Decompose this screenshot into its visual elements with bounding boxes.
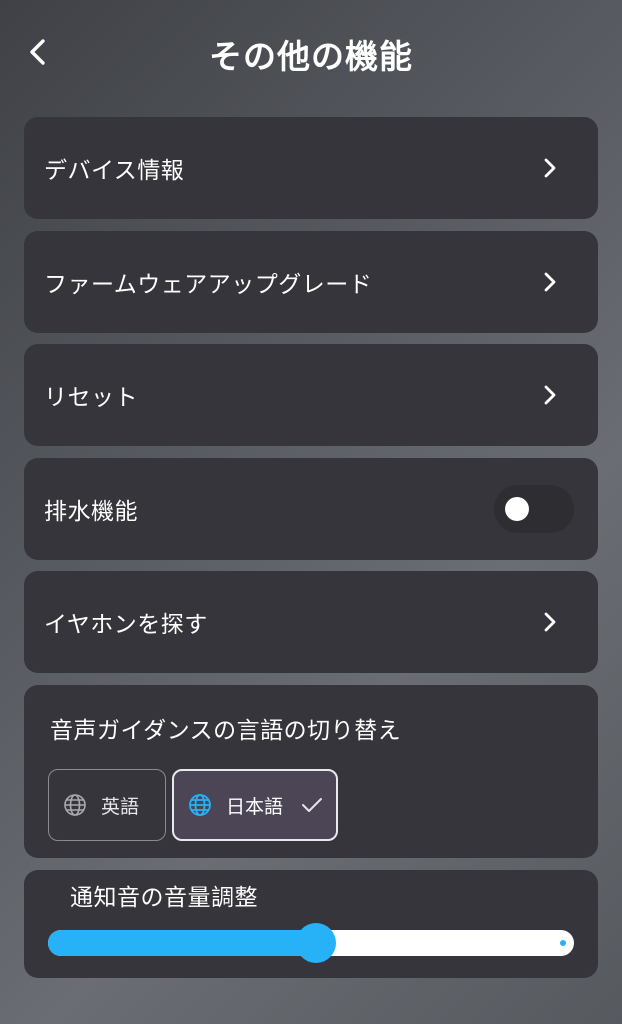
volume-slider[interactable] — [48, 923, 574, 963]
chevron-right-icon — [544, 158, 556, 178]
volume-slider-thumb[interactable] — [296, 923, 337, 963]
language-option-japanese[interactable]: 日本語 — [172, 769, 338, 841]
language-option-english[interactable]: 英語 — [48, 769, 166, 841]
language-label: 英語 — [101, 795, 140, 818]
volume-slider-end-dot — [560, 940, 566, 946]
checkmark-icon — [302, 798, 323, 812]
find-earphones-row[interactable]: イヤホンを探す — [24, 571, 598, 673]
notification-volume-card: 通知音の音量調整 — [24, 870, 598, 978]
drainage-card: 排水機能 — [24, 458, 598, 560]
reset-row[interactable]: リセット — [24, 344, 598, 446]
voice-guidance-card: 音声ガイダンスの言語の切り替え 英語 日本語 — [24, 685, 598, 858]
toggle-knob — [505, 497, 529, 521]
device-info-label: デバイス情報 — [44, 158, 185, 184]
reset-label: リセット — [44, 385, 138, 411]
firmware-upgrade-row[interactable]: ファームウェアアップグレード — [24, 231, 598, 333]
header: その他の機能 — [0, 0, 622, 100]
globe-icon — [189, 794, 211, 816]
language-label: 日本語 — [226, 795, 284, 818]
globe-icon — [64, 794, 86, 816]
find-earphones-card[interactable]: イヤホンを探す — [24, 571, 598, 673]
firmware-upgrade-label: ファームウェアアップグレード — [44, 272, 373, 298]
chevron-right-icon — [544, 612, 556, 632]
chevron-right-icon — [544, 385, 556, 405]
page-title: その他の機能 — [209, 37, 413, 76]
device-info-row[interactable]: デバイス情報 — [24, 117, 598, 219]
volume-slider-fill — [48, 930, 317, 956]
firmware-upgrade-card[interactable]: ファームウェアアップグレード — [24, 231, 598, 333]
drainage-row: 排水機能 — [24, 458, 598, 560]
chevron-right-icon — [544, 272, 556, 292]
drainage-toggle[interactable] — [494, 485, 574, 533]
voice-guidance-title: 音声ガイダンスの言語の切り替え — [50, 718, 402, 744]
drainage-label: 排水機能 — [44, 499, 138, 525]
find-earphones-label: イヤホンを探す — [44, 612, 208, 638]
reset-card[interactable]: リセット — [24, 344, 598, 446]
notification-volume-title: 通知音の音量調整 — [70, 885, 258, 911]
device-info-card[interactable]: デバイス情報 — [24, 117, 598, 219]
